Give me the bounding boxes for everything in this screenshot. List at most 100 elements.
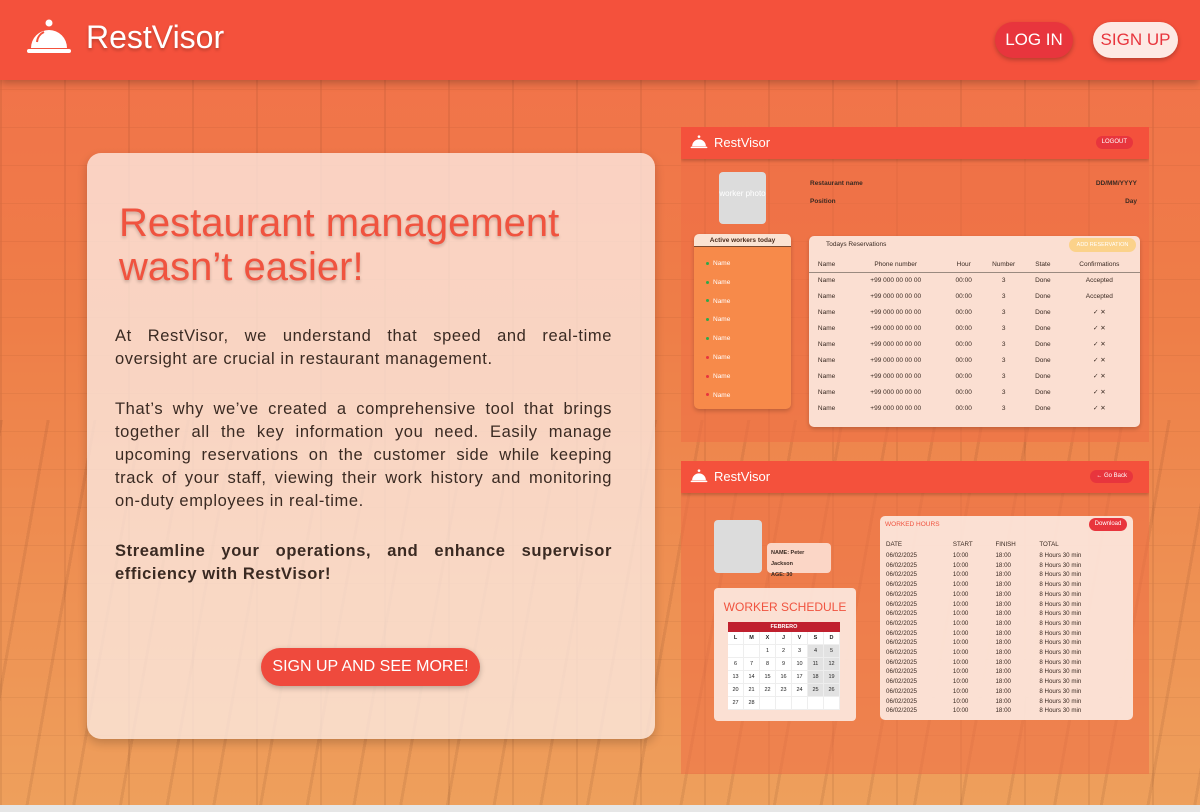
hero-paragraph-intro: At RestVisor, we understand that speed a… xyxy=(115,327,612,368)
table-cell: Done xyxy=(1035,292,1051,300)
table-cell: 06/02/2025 xyxy=(886,581,917,589)
table-cell: 06/02/2025 xyxy=(886,649,917,657)
table-cell: 06/02/2025 xyxy=(886,619,917,627)
table-row: 06/02/2025 10:00 18:00 8 Hours 30 min xyxy=(886,551,1130,561)
table-cell: 10:00 xyxy=(952,581,969,589)
table-cell: 10:00 xyxy=(952,600,969,608)
table-cell: 00:00 xyxy=(955,388,972,396)
table-cell: 06/02/2025 xyxy=(886,610,917,618)
table-cell: 10:00 xyxy=(952,619,969,627)
table-cell: Done xyxy=(1035,388,1051,396)
table-cell: 3 xyxy=(1001,388,1006,396)
table-cell: 8 Hours 30 min xyxy=(1039,581,1082,589)
table-cell: 8 Hours 30 min xyxy=(1039,610,1082,618)
table-cell: 18:00 xyxy=(995,619,1011,627)
table-header-cell: TOTAL xyxy=(1039,541,1059,548)
table-row: 06/02/2025 10:00 18:00 8 Hours 30 min xyxy=(886,600,1130,610)
calendar-day: 24 xyxy=(792,684,808,697)
status-dot-icon xyxy=(706,336,709,340)
table-row: 06/02/2025 10:00 18:00 8 Hours 30 min xyxy=(886,629,1130,639)
position-label: Position xyxy=(810,198,836,205)
calendar-day: 22 xyxy=(760,684,776,697)
active-worker-item: Name xyxy=(706,392,730,399)
calendar-month: FEBRERO xyxy=(728,622,840,632)
table-row: Name +99 000 00 00 00 00:00 3 Done ✓ ✕ xyxy=(809,352,1140,368)
table-cell: ✓ ✕ xyxy=(1092,405,1106,412)
worker-name: Name xyxy=(713,260,731,267)
worker-photo-placeholder: worker photo xyxy=(719,172,766,224)
table-header-cell: Hour xyxy=(947,257,981,273)
table-cell: Done xyxy=(1035,308,1051,316)
worker-name: Name xyxy=(713,354,731,361)
calendar-day: 23 xyxy=(776,684,792,697)
table-cell: 00:00 xyxy=(955,356,972,364)
table-row: 06/02/2025 10:00 18:00 8 Hours 30 min xyxy=(886,677,1130,687)
table-cell: 18:00 xyxy=(995,697,1011,705)
table-cell: Name xyxy=(817,356,836,364)
calendar-day xyxy=(728,645,744,658)
table-cell: 06/02/2025 xyxy=(886,678,917,686)
table-cell: Name xyxy=(817,324,836,332)
worked-hours-table: DATE START FINISH TOTAL 06/02/2025 10:00 18:0… xyxy=(886,538,1130,716)
calendar-day xyxy=(792,697,808,710)
table-cell: 06/02/2025 xyxy=(886,668,917,676)
brand-logo[interactable]: RestVisor xyxy=(26,16,224,58)
status-dot-icon xyxy=(706,374,709,378)
table-cell: 10:00 xyxy=(952,687,969,695)
table-cell: 3 xyxy=(1001,340,1006,348)
signup-cta-button[interactable]: SIGN UP AND SEE MORE! xyxy=(261,648,480,686)
table-cell: 8 Hours 30 min xyxy=(1039,668,1082,676)
table-cell: 3 xyxy=(1001,324,1006,332)
table-row: 06/02/2025 10:00 18:00 8 Hours 30 min xyxy=(886,570,1130,580)
table-header-cell: Number xyxy=(980,257,1028,273)
download-button: Download xyxy=(1089,518,1127,531)
table-header-cell: Phone number xyxy=(844,257,948,273)
table-row: 06/02/2025 10:00 18:00 8 Hours 30 min xyxy=(886,638,1130,648)
table-cell: +99 000 00 00 00 xyxy=(870,404,922,412)
worker-preview: RestVisor ← Go Back NAME: Peter Jackson … xyxy=(681,461,1149,774)
calendar-day: 10 xyxy=(792,658,808,671)
reservations-table: Name Phone number Hour Number State Confirmat… xyxy=(809,257,1140,416)
table-row: Name +99 000 00 00 00 00:00 3 Done ✓ ✕ xyxy=(809,400,1140,416)
table-cell: 06/02/2025 xyxy=(886,590,917,598)
table-cell: 00:00 xyxy=(955,292,972,300)
table-row: Name +99 000 00 00 00 00:00 3 Done ✓ ✕ xyxy=(809,384,1140,400)
table-cell: 18:00 xyxy=(995,552,1011,559)
top-navbar: RestVisor LOG IN SIGN UP xyxy=(0,0,1200,80)
calendar-day: 14 xyxy=(744,671,760,684)
calendar-weekday: M xyxy=(744,632,760,645)
table-cell: 8 Hours 30 min xyxy=(1039,687,1082,695)
table-row: 06/02/2025 10:00 18:00 8 Hours 30 min xyxy=(886,648,1130,658)
status-dot-icon xyxy=(706,299,709,303)
calendar-day: 21 xyxy=(744,684,760,697)
table-cell: Done xyxy=(1035,340,1051,348)
worker-name: Name xyxy=(713,316,731,324)
status-dot-icon xyxy=(706,318,709,322)
signup-button[interactable]: SIGN UP xyxy=(1093,22,1178,58)
table-cell: 3 xyxy=(1001,276,1006,284)
table-cell: 00:00 xyxy=(955,324,972,332)
hero-paragraph-features: That’s why we’ve created a comprehensive… xyxy=(115,400,612,510)
worked-hours-title: WORKED HOURS xyxy=(885,521,940,528)
login-button[interactable]: LOG IN xyxy=(995,22,1073,58)
table-cell: 8 Hours 30 min xyxy=(1039,678,1082,686)
table-cell: 3 xyxy=(1001,404,1006,412)
table-cell: 18:00 xyxy=(995,610,1011,618)
table-cell: Name xyxy=(817,388,836,396)
table-cell: Name xyxy=(817,292,836,300)
table-cell: 8 Hours 30 min xyxy=(1039,600,1082,608)
calendar-day: 12 xyxy=(824,658,840,671)
table-cell: 00:00 xyxy=(955,372,972,380)
table-row: 06/02/2025 10:00 18:00 8 Hours 30 min xyxy=(886,687,1130,697)
table-row: 06/02/2025 10:00 18:00 8 Hours 30 min xyxy=(886,697,1130,707)
table-cell: 3 xyxy=(1001,292,1006,300)
preview-logo: RestVisor xyxy=(690,468,770,484)
table-row: 06/02/2025 10:00 18:00 8 Hours 30 min xyxy=(886,580,1130,590)
calendar-weekday: X xyxy=(760,632,776,645)
table-cell: 00:00 xyxy=(955,276,972,284)
table-cell: 06/02/2025 xyxy=(886,561,917,569)
calendar-weekday: D xyxy=(824,632,840,645)
calendar-day: 1 xyxy=(760,645,776,658)
calendar-day: 8 xyxy=(760,658,776,671)
table-row: Name +99 000 00 00 00 00:00 3 Done ✓ ✕ xyxy=(809,368,1140,384)
